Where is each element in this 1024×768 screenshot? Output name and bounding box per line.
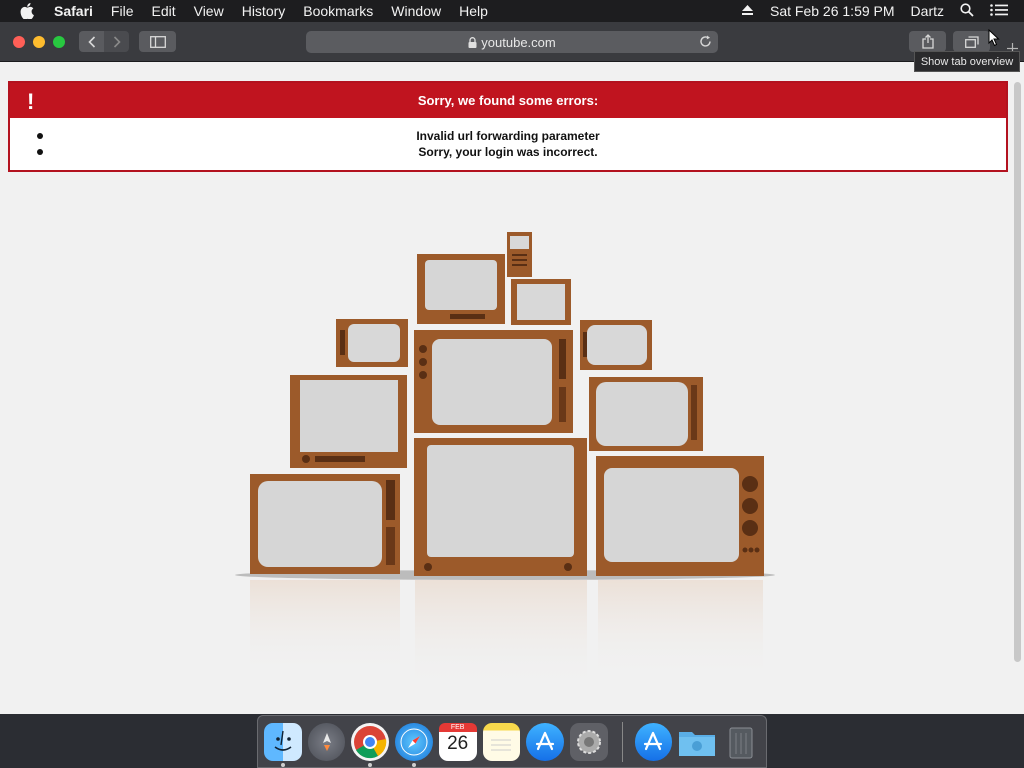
tab-overview-icon xyxy=(964,35,979,48)
menu-window[interactable]: Window xyxy=(391,0,441,22)
window-fullscreen-button[interactable] xyxy=(53,36,65,48)
dock-separator xyxy=(621,721,623,762)
back-button[interactable] xyxy=(79,31,104,52)
safari-icon[interactable] xyxy=(395,722,433,767)
page-scrollbar[interactable] xyxy=(1014,82,1021,662)
menu-edit[interactable]: Edit xyxy=(151,0,175,22)
error-title: Sorry, we found some errors: xyxy=(417,93,599,108)
calendar-icon[interactable]: FEB 26 xyxy=(438,722,477,761)
sidebar-icon xyxy=(149,35,166,48)
tooltip: Show tab overview xyxy=(914,51,1020,72)
app-store-icon[interactable] xyxy=(526,722,564,761)
spotlight-search-icon[interactable] xyxy=(960,2,974,20)
menu-app-name[interactable]: Safari xyxy=(54,0,93,22)
chrome-icon[interactable] xyxy=(351,722,390,767)
error-item: Invalid url forwarding parameter xyxy=(10,128,1006,144)
chevron-right-icon xyxy=(113,35,121,48)
share-button[interactable] xyxy=(909,31,946,52)
forward-button[interactable] xyxy=(104,31,129,52)
dock: FEB 26 xyxy=(257,715,767,768)
menu-view[interactable]: View xyxy=(194,0,224,22)
browser-toolbar: youtube.com xyxy=(0,22,1024,62)
menu-history[interactable]: History xyxy=(242,0,286,22)
running-indicator xyxy=(281,762,285,767)
address-bar[interactable]: youtube.com xyxy=(306,31,718,53)
reload-icon[interactable] xyxy=(699,35,712,51)
error-list: Invalid url forwarding parameter Sorry, … xyxy=(10,118,1006,160)
lock-icon xyxy=(468,36,477,48)
sidebar-toggle-button[interactable] xyxy=(139,31,176,52)
menu-file[interactable]: File xyxy=(111,0,134,22)
running-indicator xyxy=(412,762,417,767)
menu-bar: Safari File Edit View History Bookmarks … xyxy=(0,0,1024,22)
window-close-button[interactable] xyxy=(13,36,25,48)
menu-bookmarks[interactable]: Bookmarks xyxy=(303,0,373,22)
calendar-day: 26 xyxy=(447,732,469,754)
error-item: Sorry, your login was incorrect. xyxy=(10,144,1006,160)
mouse-cursor-icon xyxy=(988,29,1000,47)
trash-icon[interactable] xyxy=(722,723,760,761)
error-panel: ! Sorry, we found some errors: Invalid u… xyxy=(8,81,1008,172)
launchpad-icon[interactable] xyxy=(307,722,346,761)
error-header: ! Sorry, we found some errors: xyxy=(10,83,1006,118)
finder-icon[interactable] xyxy=(264,722,302,767)
exclamation-icon: ! xyxy=(27,89,35,114)
eject-icon[interactable] xyxy=(741,3,754,19)
menu-help[interactable]: Help xyxy=(459,0,488,22)
url-text: youtube.com xyxy=(481,34,556,50)
chevron-left-icon xyxy=(87,35,95,48)
notification-center-icon[interactable] xyxy=(990,3,1008,19)
menubar-user[interactable]: Dartz xyxy=(911,3,944,19)
share-icon xyxy=(921,34,934,49)
apple-menu-icon[interactable] xyxy=(20,3,36,19)
downloads-folder-icon[interactable] xyxy=(678,723,716,761)
running-indicator xyxy=(368,762,373,767)
web-content: ! Sorry, we found some errors: Invalid u… xyxy=(0,62,1024,714)
app-store-icon[interactable] xyxy=(634,722,673,761)
tab-overview-button[interactable] xyxy=(953,31,990,52)
calendar-month: FEB xyxy=(438,722,477,732)
menubar-clock[interactable]: Sat Feb 26 1:59 PM xyxy=(770,3,895,19)
window-minimize-button[interactable] xyxy=(33,36,45,48)
system-preferences-icon[interactable] xyxy=(569,722,608,761)
notes-icon[interactable] xyxy=(482,722,521,761)
tv-stack-illustration xyxy=(235,232,775,690)
